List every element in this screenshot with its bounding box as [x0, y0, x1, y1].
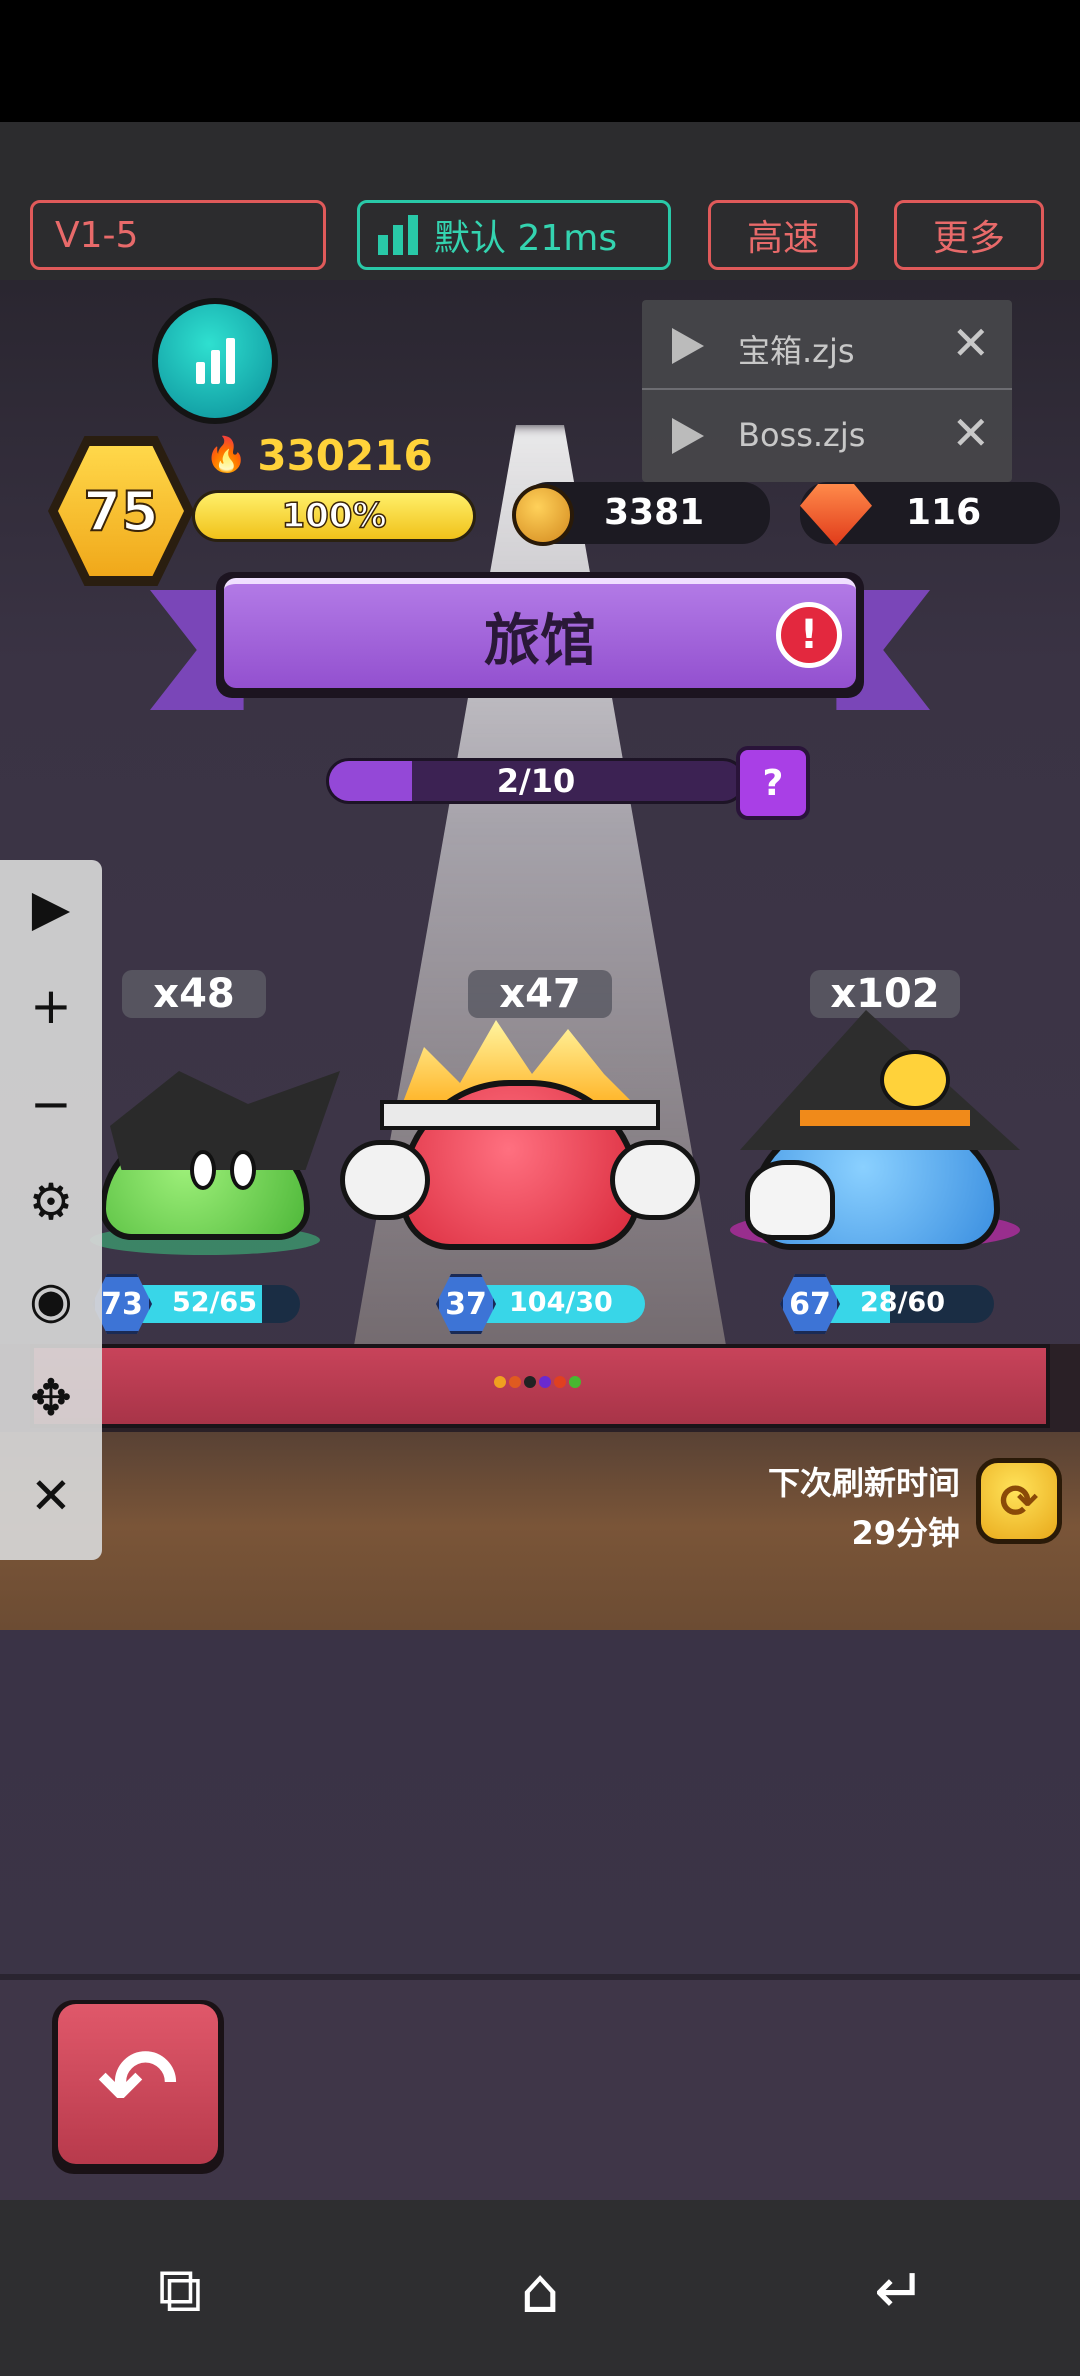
stats-float-button[interactable] — [152, 298, 278, 424]
gem-value: 116 — [906, 492, 982, 533]
signal-bars-icon — [378, 215, 418, 255]
back-arrow-icon: ↶ — [97, 2028, 179, 2140]
witch-hat — [110, 1071, 340, 1170]
unit-level-badge: 67 — [780, 1274, 840, 1334]
eye-icon[interactable]: ◉ — [0, 1252, 102, 1348]
close-icon[interactable]: ✕ — [0, 1448, 102, 1544]
unit-level: 67 — [789, 1286, 831, 1322]
system-nav-bar: ⧉ ⌂ ↵ — [0, 2200, 1080, 2376]
speed-button[interactable]: 高速 — [708, 200, 858, 270]
more-button[interactable]: 更多 — [894, 200, 1044, 270]
player-level-value: 75 — [82, 479, 159, 544]
play-icon[interactable]: ▶ — [0, 860, 102, 956]
unit-level: 73 — [101, 1286, 143, 1322]
headband — [380, 1100, 660, 1130]
unit-hp-text: 28/60 — [860, 1287, 946, 1318]
back-icon[interactable]: ↵ — [860, 2250, 940, 2330]
hat-band — [800, 1110, 970, 1126]
level-label: V1-5 — [55, 214, 139, 256]
coin-value: 3381 — [604, 492, 705, 533]
location-progress-text: 2/10 — [496, 762, 576, 800]
back-button[interactable]: ↶ — [58, 2004, 218, 2164]
move-icon[interactable]: ✥ — [0, 1350, 102, 1446]
warrior-fist — [340, 1140, 430, 1220]
skull-emblem-icon — [880, 1050, 950, 1110]
level-select-button[interactable]: V1-5 — [30, 200, 326, 270]
control-sidebar: ▶ + − ⚙ ◉ ✥ ✕ — [0, 860, 102, 1560]
coin-icon — [512, 484, 574, 546]
refresh-icon: ⟳ — [999, 1474, 1039, 1528]
warrior-fist — [610, 1140, 700, 1220]
formation-bar — [30, 1344, 1050, 1428]
xp-bar: 100% — [192, 490, 476, 542]
unit-blue-wizard[interactable] — [730, 1010, 1030, 1270]
power-display: 🔥 330216 — [205, 430, 433, 480]
slime-eye — [190, 1150, 216, 1190]
recents-icon[interactable]: ⧉ — [140, 2250, 220, 2330]
skull-icon — [745, 1160, 835, 1240]
script-row[interactable]: 宝箱.zjs ✕ — [642, 300, 1012, 390]
play-icon[interactable] — [672, 418, 704, 454]
unit-level: 37 — [445, 1286, 487, 1322]
location-title: 旅馆 — [484, 608, 596, 674]
play-icon[interactable] — [672, 328, 704, 364]
top-toolbar: V1-5 默认 21ms 高速 更多 — [0, 122, 1080, 280]
unit-count-tag: x48 — [122, 970, 266, 1018]
help-button[interactable]: ? — [736, 746, 810, 820]
unit-red-warrior[interactable] — [340, 1020, 700, 1260]
unit-count-tag: x47 — [468, 970, 612, 1018]
script-name: Boss.zjs — [738, 416, 866, 454]
unit-count: x47 — [499, 971, 581, 1017]
script-name: 宝箱.zjs — [738, 332, 855, 370]
mode-label: 默认 21ms — [434, 218, 618, 259]
close-icon[interactable]: ✕ — [951, 316, 990, 370]
home-icon[interactable]: ⌂ — [500, 2250, 580, 2330]
screen: V1-5 默认 21ms 高速 更多 🔥 330216 75 100% 3381… — [0, 0, 1080, 2376]
xp-percent: 100% — [281, 495, 388, 537]
gear-icon[interactable]: ⚙ — [0, 1154, 102, 1250]
mode-button[interactable]: 默认 21ms — [357, 200, 671, 270]
refresh-time: 29分钟 — [851, 1514, 960, 1552]
script-row[interactable]: Boss.zjs ✕ — [642, 392, 1012, 482]
flame-icon: 🔥 — [205, 435, 248, 475]
script-panel: 宝箱.zjs ✕ Boss.zjs ✕ — [642, 300, 1012, 482]
refresh-info: 下次刷新时间 29分钟 — [700, 1458, 960, 1554]
status-bar — [0, 0, 1080, 122]
unit-count: x48 — [153, 971, 235, 1017]
location-banner-face: 旅馆 — [224, 578, 856, 688]
refresh-label: 下次刷新时间 — [767, 1464, 960, 1502]
alert-icon[interactable]: ! — [776, 602, 842, 668]
minus-icon[interactable]: − — [0, 1056, 102, 1152]
game-area: 🔥 330216 75 100% 3381 116 宝箱.zjs ✕ Boss.… — [0, 280, 1080, 2200]
help-icon: ? — [762, 762, 784, 804]
slime-eye — [230, 1150, 256, 1190]
plus-icon[interactable]: + — [0, 958, 102, 1054]
page-dots — [494, 1376, 581, 1388]
speed-label: 高速 — [746, 218, 819, 259]
more-label: 更多 — [932, 218, 1005, 259]
power-value: 330216 — [257, 430, 433, 480]
location-progress-bar: 2/10 — [326, 758, 746, 804]
unit-green-slime[interactable] — [80, 1060, 340, 1255]
unit-hp-text: 52/65 — [172, 1287, 258, 1318]
refresh-button[interactable]: ⟳ — [976, 1458, 1062, 1544]
unit-hp-text: 104/30 — [509, 1287, 613, 1318]
close-icon[interactable]: ✕ — [951, 406, 990, 460]
